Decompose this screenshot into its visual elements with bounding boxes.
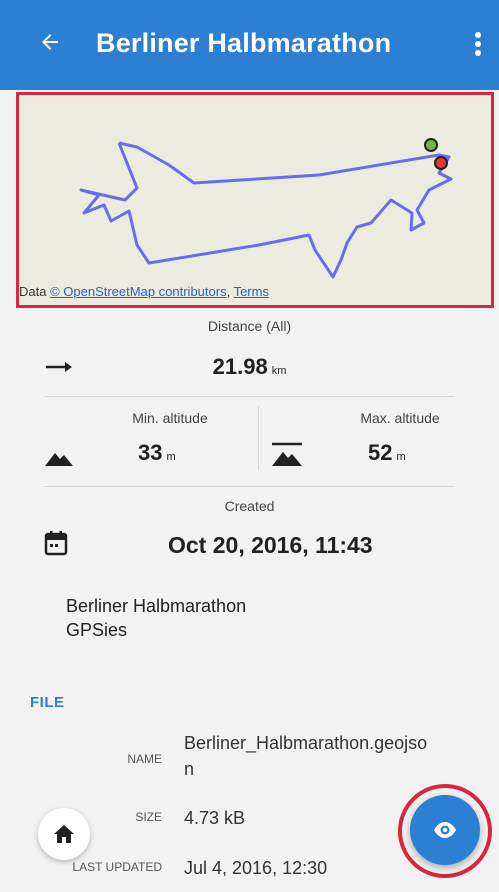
min-altitude-unit: m: [166, 451, 176, 463]
max-altitude-value: 52: [368, 440, 393, 465]
osm-contributors-link[interactable]: © OpenStreetMap contributors: [50, 284, 227, 299]
altitude-divider: [258, 406, 259, 470]
overflow-menu-button[interactable]: [466, 26, 490, 62]
file-name-line: n: [184, 759, 195, 779]
min-altitude-value: 33: [138, 440, 163, 465]
calendar-icon: [44, 531, 68, 556]
file-name-key: NAME: [127, 752, 162, 766]
max-altitude-unit: m: [396, 451, 406, 463]
track-description: Berliner Halbmarathon GPSies: [66, 594, 246, 642]
last-updated-key: LAST UPDATED: [72, 860, 162, 874]
created-label: Created: [224, 498, 275, 514]
created-value: Oct 20, 2016, 11:43: [168, 532, 373, 558]
eye-icon: [434, 822, 456, 838]
distance-value-row: 21.98 km: [0, 354, 499, 380]
distance-unit: km: [271, 365, 287, 377]
distance-value: 21.98: [212, 354, 268, 379]
file-name-value: Berliner_Halbmarathon.geojso n: [184, 730, 427, 782]
map-attribution: Data © OpenStreetMap contributors, Terms: [19, 284, 269, 299]
terms-link[interactable]: Terms: [234, 284, 269, 299]
file-size-value: 4.73 kB: [184, 808, 246, 828]
description-line: Berliner Halbmarathon: [66, 596, 247, 616]
attribution-prefix: Data: [19, 284, 51, 299]
file-name-line: Berliner_Halbmarathon.geojso: [184, 733, 428, 753]
route-map-preview[interactable]: Data © OpenStreetMap contributors, Terms: [16, 92, 494, 308]
route-end-marker: [434, 156, 448, 170]
min-altitude-label: Min. altitude: [132, 410, 208, 426]
distance-label: Distance (All): [207, 318, 292, 334]
back-button[interactable]: [32, 24, 68, 60]
divider: [44, 486, 454, 487]
app-bar: Berliner Halbmarathon: [0, 0, 499, 90]
show-on-map-fab[interactable]: [410, 795, 480, 865]
home-icon: [54, 825, 74, 843]
file-section-header: FILE: [30, 694, 65, 711]
page-title: Berliner Halbmarathon: [96, 28, 392, 58]
max-altitude-label: Max. altitude: [360, 410, 440, 426]
route-start-marker: [424, 138, 438, 152]
more-vertical-icon: [475, 32, 481, 56]
attribution-separator: ,: [226, 284, 234, 299]
min-altitude-value-row: 33 m: [138, 440, 176, 466]
route-track: [79, 141, 453, 279]
arrow-left-icon: [42, 34, 58, 50]
last-updated-value: Jul 4, 2016, 12:30: [184, 858, 328, 878]
mountain-high-icon: [272, 442, 302, 466]
home-button[interactable]: [38, 808, 90, 860]
divider: [44, 396, 454, 397]
max-altitude-value-row: 52 m: [368, 440, 406, 466]
route-map-svg: [79, 138, 453, 279]
description-line: GPSies: [66, 620, 128, 640]
mountain-low-icon: [45, 453, 73, 466]
